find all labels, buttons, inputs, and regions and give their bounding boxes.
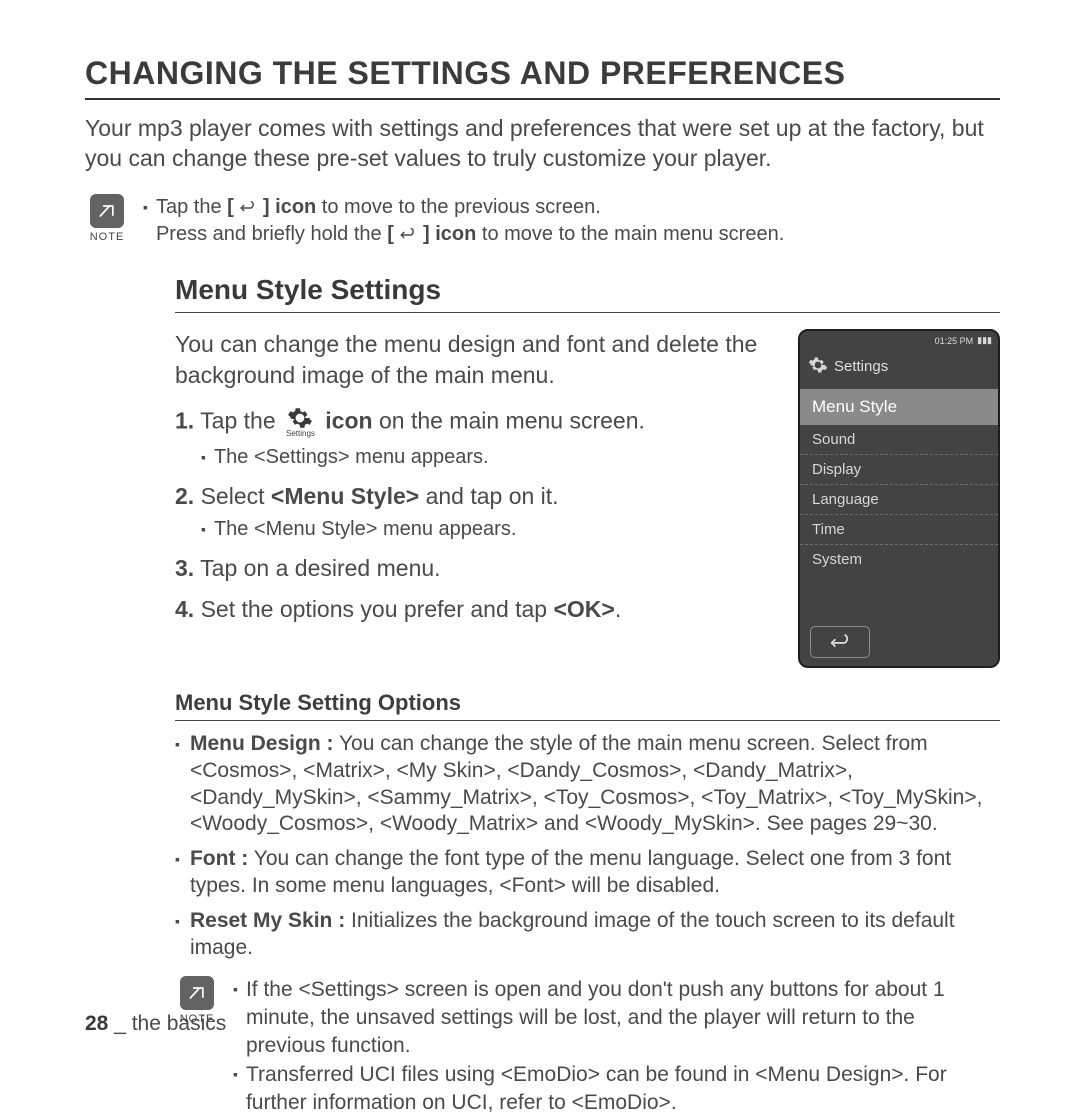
step-3: 3. Tap on a desired menu.: [175, 553, 776, 584]
intro-text: Your mp3 player comes with settings and …: [85, 114, 1000, 174]
bullet-icon: ▪: [201, 444, 206, 471]
note-badge: NOTE: [85, 194, 129, 243]
step-2-sub: The <Menu Style> menu appears.: [214, 516, 516, 543]
option-reset-my-skin: Reset My Skin : Initializes the backgrou…: [190, 908, 1000, 962]
bullet-icon: ▪: [175, 846, 180, 900]
options-heading: Menu Style Setting Options: [175, 690, 1000, 721]
settings-gear-icon: Settings: [286, 405, 315, 440]
step-2: 2. Select <Menu Style> and tap on it. ▪T…: [175, 481, 776, 543]
device-clock: 01:25 PM: [935, 336, 974, 346]
battery-icon: ▮▮▮: [977, 335, 992, 346]
note2-line-b: Transferred UCI files using <EmoDio> can…: [246, 1061, 1000, 1118]
note1-line-a: Tap the [ ] icon to move to the previous…: [156, 194, 601, 221]
device-mockup: 01:25 PM ▮▮▮ Settings Menu Style Sound D…: [798, 329, 1000, 668]
section-heading: Menu Style Settings: [175, 274, 1000, 313]
device-item: Time: [800, 515, 998, 545]
device-item: Language: [800, 485, 998, 515]
bullet-icon: ▪: [233, 1061, 238, 1118]
note-icon: [90, 194, 124, 228]
note2-line-a: If the <Settings> screen is open and you…: [246, 976, 1000, 1061]
bullet-icon: ▪: [233, 976, 238, 1061]
section-intro: You can change the menu design and font …: [175, 329, 776, 391]
note-block-1: NOTE ▪ Tap the [ ] icon to move to the p…: [85, 194, 1000, 248]
bullet-icon: ▪: [201, 516, 206, 543]
device-item-selected: Menu Style: [800, 389, 998, 425]
page-title: CHANGING THE SETTINGS AND PREFERENCES: [85, 55, 1000, 100]
bullet-icon: ▪: [175, 731, 180, 839]
page-number: 28: [85, 1012, 108, 1035]
gear-icon: [808, 355, 828, 379]
bullet-icon: ▪: [175, 908, 180, 962]
back-arrow-icon: [239, 201, 257, 215]
page-footer: 28 _ the basics: [85, 1012, 226, 1036]
note-caption: NOTE: [90, 231, 125, 243]
device-item: System: [800, 545, 998, 574]
device-item: Display: [800, 455, 998, 485]
back-arrow-icon: [399, 228, 417, 242]
step-4: 4. Set the options you prefer and tap <O…: [175, 594, 776, 625]
note-icon: [180, 976, 214, 1010]
note-block-2: NOTE ▪If the <Settings> screen is open a…: [175, 976, 1000, 1118]
step-1-sub: The <Settings> menu appears.: [214, 444, 489, 471]
option-menu-design: Menu Design : You can change the style o…: [190, 731, 1000, 839]
device-screen-title: Settings: [834, 358, 888, 375]
options-list: ▪ Menu Design : You can change the style…: [175, 731, 1000, 962]
note1-line-b: Press and briefly hold the [ ] icon to m…: [156, 221, 784, 248]
device-back-button: [810, 626, 870, 658]
device-item: Sound: [800, 425, 998, 455]
step-1: 1. Tap the Settings icon on the main men…: [175, 405, 776, 471]
bullet-icon: ▪: [143, 194, 148, 221]
option-font: Font : You can change the font type of t…: [190, 846, 1000, 900]
footer-chapter: the basics: [132, 1012, 227, 1035]
